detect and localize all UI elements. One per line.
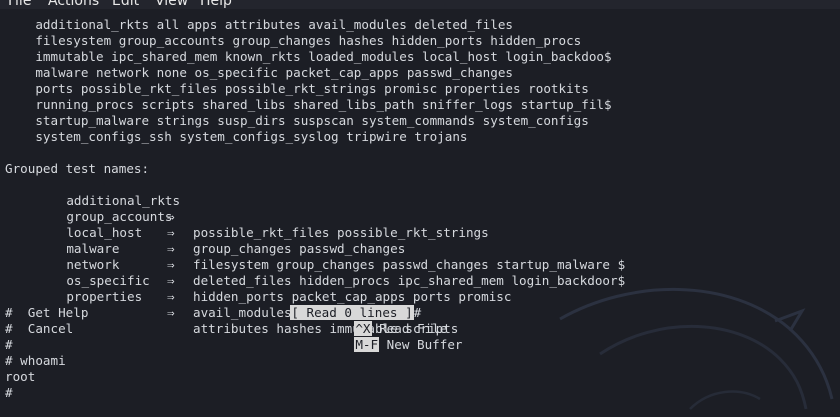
shortcut-label: New Buffer	[379, 337, 463, 352]
shortcut-new-buffer[interactable]: M-F New Buffer	[324, 321, 463, 369]
menu-bar: File Actions Edit View Help	[0, 0, 840, 9]
test-names-line: startup_malware strings susp_dirs suspsc…	[5, 113, 589, 128]
shortcut-line: # Get Help	[5, 305, 89, 320]
test-names-line: immutable ipc_shared_mem known_rkts load…	[5, 49, 612, 64]
grouped-header: Grouped test names:	[5, 161, 150, 176]
menu-file[interactable]: File	[8, 0, 31, 9]
output-line: root	[5, 369, 36, 384]
test-names-line: ports possible_rkt_files possible_rkt_st…	[5, 81, 589, 96]
group-name: properties	[66, 289, 143, 304]
command-line: # whoami	[5, 353, 66, 368]
prompt-line: #	[5, 385, 13, 400]
menu-edit[interactable]: Edit	[112, 0, 139, 9]
test-names-line: additional_rkts all apps attributes avai…	[5, 17, 513, 32]
arrow-icon: ⇒	[167, 305, 175, 320]
test-names-line: filesystem group_accounts group_changes …	[5, 33, 582, 48]
test-names-line: running_procs scripts shared_libs shared…	[5, 97, 612, 112]
menu-actions[interactable]: Actions	[48, 0, 99, 9]
prompt-line: #	[5, 337, 13, 352]
menu-view[interactable]: View	[155, 0, 188, 9]
terminal-output[interactable]: additional_rkts all apps attributes avai…	[0, 9, 840, 417]
menu-help[interactable]: Help	[200, 0, 232, 9]
shortcut-key: M-F	[354, 337, 380, 352]
test-names-line: malware network none os_specific packet_…	[5, 65, 513, 80]
test-names-line: system_configs_ssh system_configs_syslog…	[5, 129, 468, 144]
shortcut-line: # Cancel	[5, 321, 74, 336]
